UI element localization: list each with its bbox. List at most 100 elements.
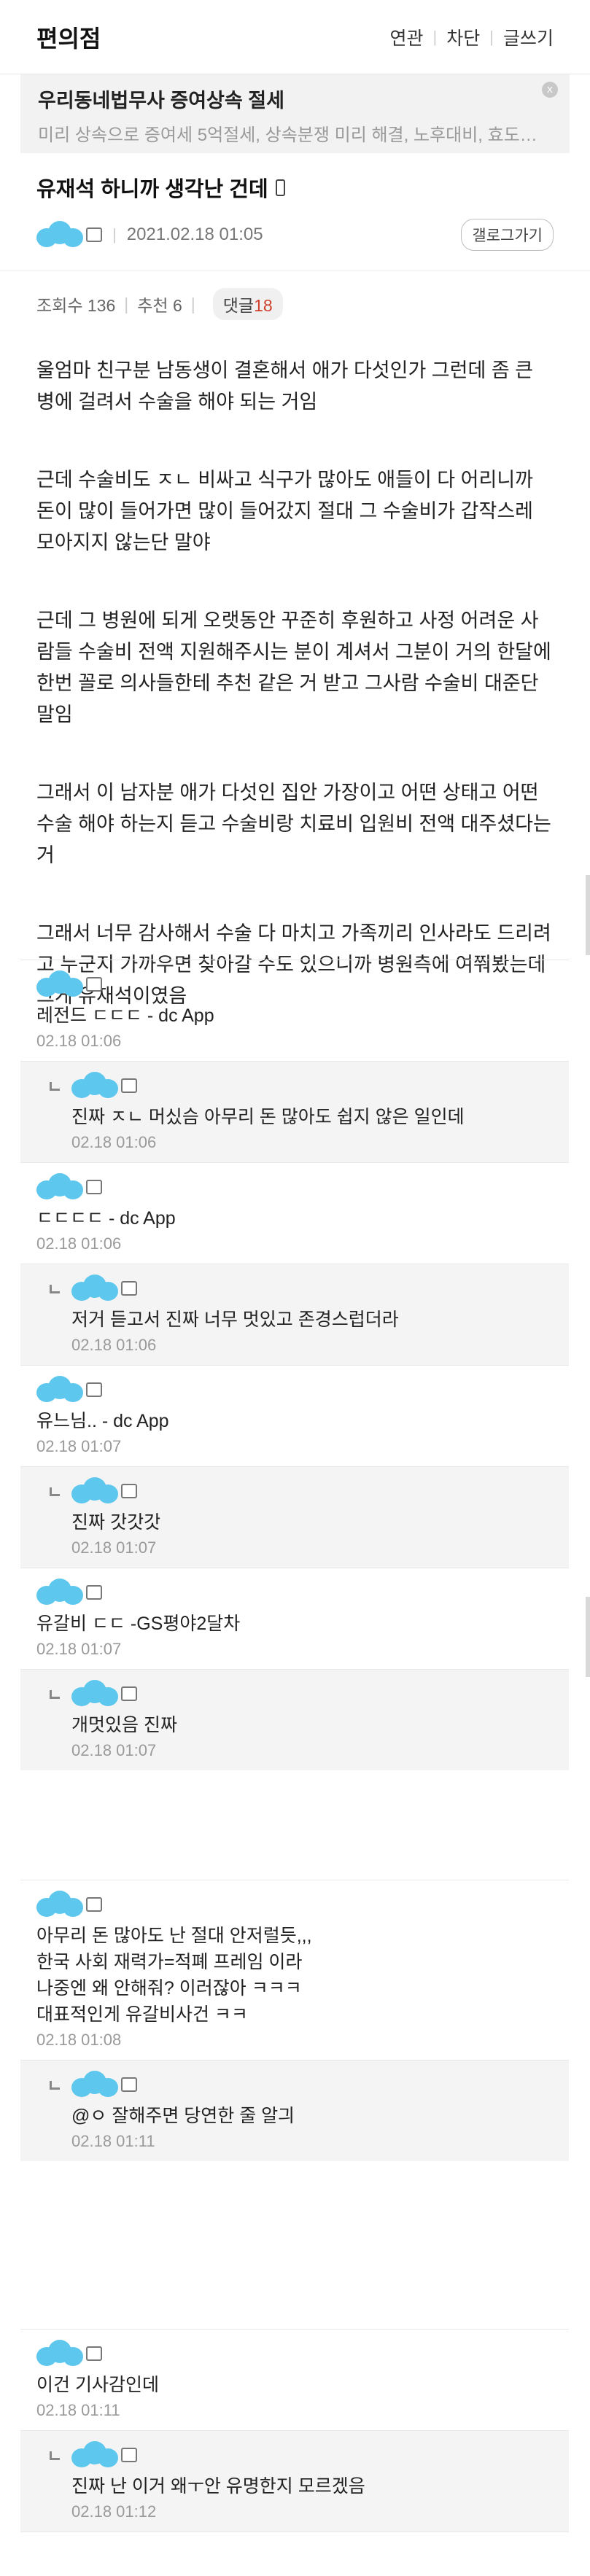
- comment-author: [36, 1889, 553, 1920]
- post-stats: 조회수 136 | 추천 6 | 댓글18: [0, 270, 590, 320]
- comment-date: 02.18 01:11: [71, 2132, 155, 2150]
- comment-author: [71, 2069, 553, 2100]
- post-header: 유재석 하니까 생각난 건데 | 2021.02.18 01:05 갤로그가기: [0, 172, 590, 252]
- gallery-badge-icon: [86, 1585, 102, 1600]
- comment-text: 개멋있음 진짜: [71, 1715, 177, 1735]
- comment-text: 레전드 ㄷㄷㄷ - dc App: [36, 1005, 214, 1026]
- recommend-count: 추천 6: [137, 296, 182, 315]
- comment-date: 02.18 01:06: [36, 1234, 122, 1253]
- divider: |: [190, 294, 195, 314]
- gallery-badge-icon: [121, 1484, 137, 1498]
- comment-text: 유갈비 ㄷㄷ -GS평야2달차: [36, 1614, 241, 1634]
- author-row: | 2021.02.18 01:05 갤로그가기: [36, 217, 554, 252]
- cloud-avatar-icon[interactable]: [36, 2340, 83, 2367]
- comment-text: ㄷㄷㄷㄷ - dc App: [36, 1208, 176, 1229]
- comment-date: 02.18 01:07: [36, 1437, 122, 1455]
- comment-list: 레전드 ㄷㄷㄷ - dc App 02.18 01:06 진짜 ㅈㄴ 머싰슴 아무리…: [20, 960, 569, 2532]
- reply-comment: 진짜 ㅈㄴ 머싰슴 아무리 돈 많아도 쉽지 않은 일인데 02.18 01:06: [20, 1061, 569, 1162]
- ad-banner[interactable]: 우리동네법무사 증여상속 절세 미리 상속으로 증여세 5억절세, 상속분쟁 미…: [20, 74, 570, 153]
- comment-author: [36, 2338, 553, 2369]
- reply-arrow-icon: [50, 2451, 60, 2460]
- ad-title: 우리동네법무사 증여상속 절세: [38, 90, 284, 112]
- comment-author: [36, 1577, 553, 1608]
- top-links: 연관 | 차단 | 글쓰기: [390, 24, 554, 50]
- comment-text: 유느님.. - dc App: [36, 1411, 169, 1431]
- comment: 레전드 ㄷㄷㄷ - dc App 02.18 01:06: [20, 960, 569, 1061]
- scrollbar-thumb[interactable]: [586, 1597, 590, 1677]
- cloud-avatar-icon[interactable]: [36, 970, 83, 998]
- ad-description: 미리 상속으로 증여세 5억절세, 상속분쟁 미리 해결, 노후대비, 효도…: [38, 125, 537, 145]
- gallery-badge-icon: [86, 1180, 102, 1194]
- cloud-avatar-icon[interactable]: [36, 1173, 83, 1201]
- divider: |: [124, 294, 129, 314]
- reply-count-badge[interactable]: 댓글18: [212, 288, 283, 320]
- cloud-avatar-icon[interactable]: [71, 1275, 118, 1302]
- comment-text: 진짜 ㅈㄴ 머싰슴 아무리 돈 많아도 쉽지 않은 일인데: [71, 1107, 465, 1127]
- comment-author: [71, 1273, 553, 1304]
- comment-date: 02.18 01:07: [71, 1538, 157, 1557]
- comment-author: [36, 1172, 553, 1202]
- gallery-badge-icon: [121, 1686, 137, 1701]
- comment-text: 진짜 갓갓갓: [71, 1512, 160, 1533]
- reply-arrow-icon: [50, 1690, 60, 1699]
- reply-count: 18: [254, 296, 273, 315]
- scrollbar-thumb[interactable]: [586, 875, 590, 955]
- comment-author: [36, 1374, 553, 1405]
- comment-author: [71, 2440, 553, 2470]
- post-paragraph: 근데 그 병원에 되게 오랫동안 꾸준히 후원하고 사정 어려운 사람들 수술비…: [36, 610, 551, 725]
- gallery-badge-icon: [121, 2448, 137, 2462]
- post-date: 2021.02.18 01:05: [126, 225, 263, 244]
- reply-label: 댓글: [222, 296, 255, 315]
- cloud-avatar-icon[interactable]: [71, 2441, 118, 2469]
- comment-date: 02.18 01:11: [36, 2401, 120, 2419]
- divider: |: [432, 27, 438, 46]
- comment: 유느님.. - dc App 02.18 01:07: [20, 1365, 569, 1466]
- post-title: 유재석 하니까 생각난 건데: [36, 172, 554, 203]
- gallery-badge-icon: [86, 1382, 102, 1397]
- blank-space: [20, 2161, 569, 2329]
- comment-date: 02.18 01:07: [36, 1640, 122, 1658]
- cloud-avatar-icon[interactable]: [71, 1072, 118, 1100]
- reply-comment: 진짜 갓갓갓 02.18 01:07: [20, 1466, 569, 1568]
- comment-author: [71, 1476, 553, 1506]
- comment-date: 02.18 01:06: [71, 1336, 157, 1354]
- comment: 아무리 돈 많아도 난 절대 안저럴듯,,, 한국 사회 재력가=적폐 프레임 …: [20, 1880, 569, 2060]
- comment-author: [71, 1678, 553, 1709]
- comment: 이건 기사감인데 02.18 01:11: [20, 2329, 569, 2430]
- cloud-avatar-icon[interactable]: [71, 2071, 118, 2098]
- cloud-avatar-icon[interactable]: [71, 1477, 118, 1505]
- comment-text: 저거 듣고서 진짜 너무 멋있고 존경스럽더라: [71, 1310, 399, 1330]
- reply-arrow-icon: [50, 1082, 60, 1091]
- comment-date: 02.18 01:08: [36, 2031, 122, 2049]
- gallery-badge-icon: [86, 227, 102, 242]
- comment-text: @ㅇ 잘해주면 당연한 줄 알긔: [71, 2106, 295, 2126]
- gallery-title[interactable]: 편의점: [36, 20, 101, 54]
- gallog-button[interactable]: 갤로그가기: [461, 219, 554, 251]
- post-body: 울엄마 친구분 남동생이 결혼해서 애가 다섯인가 그런데 좀 큰 병에 걸려서…: [0, 320, 590, 1012]
- comment-date: 02.18 01:12: [71, 2502, 157, 2521]
- reply-comment: 개멋있음 진짜 02.18 01:07: [20, 1669, 569, 1770]
- gallery-badge-icon: [121, 2077, 137, 2092]
- divider: |: [112, 225, 117, 244]
- write-link[interactable]: 글쓰기: [503, 24, 554, 50]
- post-paragraph: 그래서 이 남자분 애가 다섯인 집안 가장이고 어떤 상태고 어떤 수술 해야…: [36, 782, 551, 866]
- top-bar: 편의점 연관 | 차단 | 글쓰기: [0, 0, 590, 74]
- related-link[interactable]: 연관: [390, 24, 424, 50]
- cloud-avatar-icon[interactable]: [71, 1680, 118, 1708]
- post-title-text: 유재석 하니까 생각난 건데: [36, 178, 268, 201]
- blank-space: [20, 1770, 569, 1880]
- divider: |: [489, 27, 494, 46]
- view-count: 조회수 136: [36, 296, 116, 315]
- post-paragraph: 울엄마 친구분 남동생이 결혼해서 애가 다섯인가 그런데 좀 큰 병에 걸려서…: [36, 359, 534, 413]
- gallery-badge-icon: [121, 1281, 137, 1296]
- cloud-avatar-icon[interactable]: [36, 1891, 83, 1918]
- post-paragraph: 근데 수술비도 ㅈㄴ 비싸고 식구가 많아도 애들이 다 어리니까 돈이 많이 …: [36, 469, 534, 553]
- comment-text: 이건 기사감인데: [36, 2375, 159, 2395]
- cloud-avatar-icon[interactable]: [36, 1376, 83, 1404]
- close-icon[interactable]: x: [542, 82, 558, 98]
- cloud-avatar-icon[interactable]: [36, 1579, 83, 1606]
- comment: 유갈비 ㄷㄷ -GS평야2달차 02.18 01:07: [20, 1568, 569, 1669]
- block-link[interactable]: 차단: [446, 24, 480, 50]
- cloud-avatar-icon[interactable]: [36, 221, 83, 249]
- gallery-badge-icon: [121, 1078, 137, 1093]
